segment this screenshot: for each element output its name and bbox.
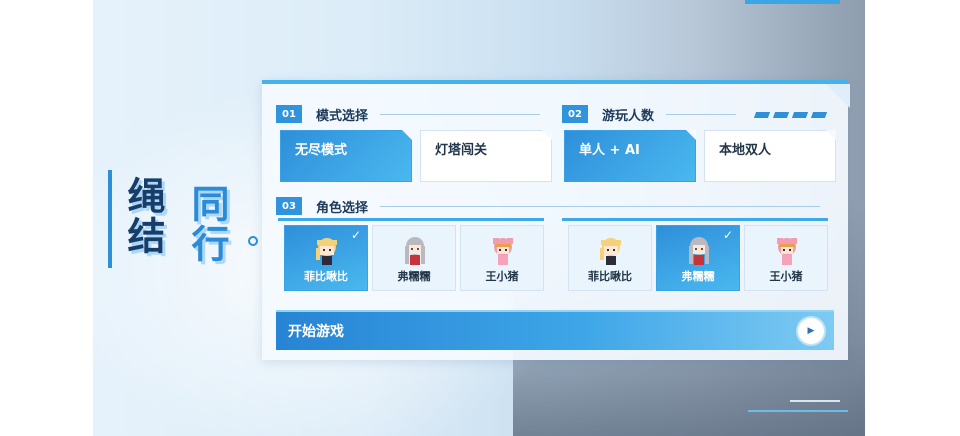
section-label: 游玩人数	[602, 108, 655, 124]
silver-hair-girl-avatar-icon	[689, 237, 709, 265]
p1-character-fununu[interactable]: 弗糯糯	[372, 225, 456, 291]
decor-line-blue	[748, 410, 848, 412]
p1-character-wangxiaozhu[interactable]: 王小猪	[460, 225, 544, 291]
p2-character-wangxiaozhu[interactable]: 王小猪	[744, 225, 828, 291]
title-line-2: 同行	[185, 184, 229, 264]
pig-girl-avatar-icon	[493, 238, 513, 265]
section-number: 03	[276, 197, 302, 215]
mode-option-endless[interactable]: 无尽模式	[280, 130, 412, 182]
character-name: 菲比啾比	[588, 270, 632, 283]
title-dot-icon	[248, 236, 258, 246]
section-divider	[380, 205, 821, 207]
section-label: 角色选择	[316, 200, 369, 216]
selected-check-icon: ✓	[722, 228, 733, 242]
character-name: 王小猪	[485, 270, 519, 283]
top-accent-bar	[745, 0, 840, 4]
panel-corner-decor	[826, 84, 850, 108]
character-name: 菲比啾比	[304, 270, 348, 283]
character-name: 弗糯糯	[681, 270, 715, 283]
settings-panel: 01 模式选择 无尽模式 灯塔闯关 02 游玩人数 单人 + AI 本地双人 0…	[262, 80, 850, 360]
blonde-girl-avatar-icon	[316, 238, 337, 265]
mode-option-lighthouse[interactable]: 灯塔闯关	[420, 130, 552, 182]
play-icon[interactable]: ▶	[798, 318, 824, 344]
player2-character-group: 菲比啾比 ✓ 弗糯糯 王小猪	[562, 218, 828, 299]
selected-check-icon: ✓	[350, 228, 361, 242]
option-label: 单人 + AI	[579, 143, 640, 158]
option-label: 灯塔闯关	[435, 143, 488, 158]
section-number: 02	[562, 105, 588, 123]
blonde-girl-avatar-icon	[600, 238, 621, 265]
section-label: 模式选择	[316, 108, 369, 124]
players-section-header: 02 游玩人数	[562, 104, 737, 124]
decor-line	[790, 400, 840, 402]
option-label: 无尽模式	[295, 143, 348, 158]
title-line-1: 绳结	[121, 176, 165, 256]
character-name: 弗糯糯	[397, 270, 431, 283]
section-divider	[666, 113, 737, 115]
option-label: 本地双人	[719, 143, 772, 158]
start-game-button[interactable]: 开始游戏 ▶	[276, 310, 834, 350]
p1-character-febi[interactable]: ✓ 菲比啾比	[284, 225, 368, 291]
game-title: 绳结 同行	[108, 170, 258, 270]
p2-character-febi[interactable]: 菲比啾比	[568, 225, 652, 291]
decor-dashes	[753, 112, 828, 118]
mode-section-header: 01 模式选择	[276, 104, 541, 124]
character-name: 王小猪	[769, 270, 803, 283]
character-section-header: 03 角色选择	[276, 196, 821, 216]
silver-hair-girl-avatar-icon	[405, 237, 425, 265]
player1-character-group: ✓ 菲比啾比 弗糯糯 王小猪	[278, 218, 544, 299]
pig-girl-avatar-icon	[777, 238, 797, 265]
section-number: 01	[276, 105, 302, 123]
players-option-local-two[interactable]: 本地双人	[704, 130, 836, 182]
p2-character-fununu[interactable]: ✓ 弗糯糯	[656, 225, 740, 291]
section-divider	[380, 113, 541, 115]
start-game-label: 开始游戏	[288, 324, 344, 340]
players-option-single-ai[interactable]: 单人 + AI	[564, 130, 696, 182]
title-accent-bar	[108, 170, 112, 268]
